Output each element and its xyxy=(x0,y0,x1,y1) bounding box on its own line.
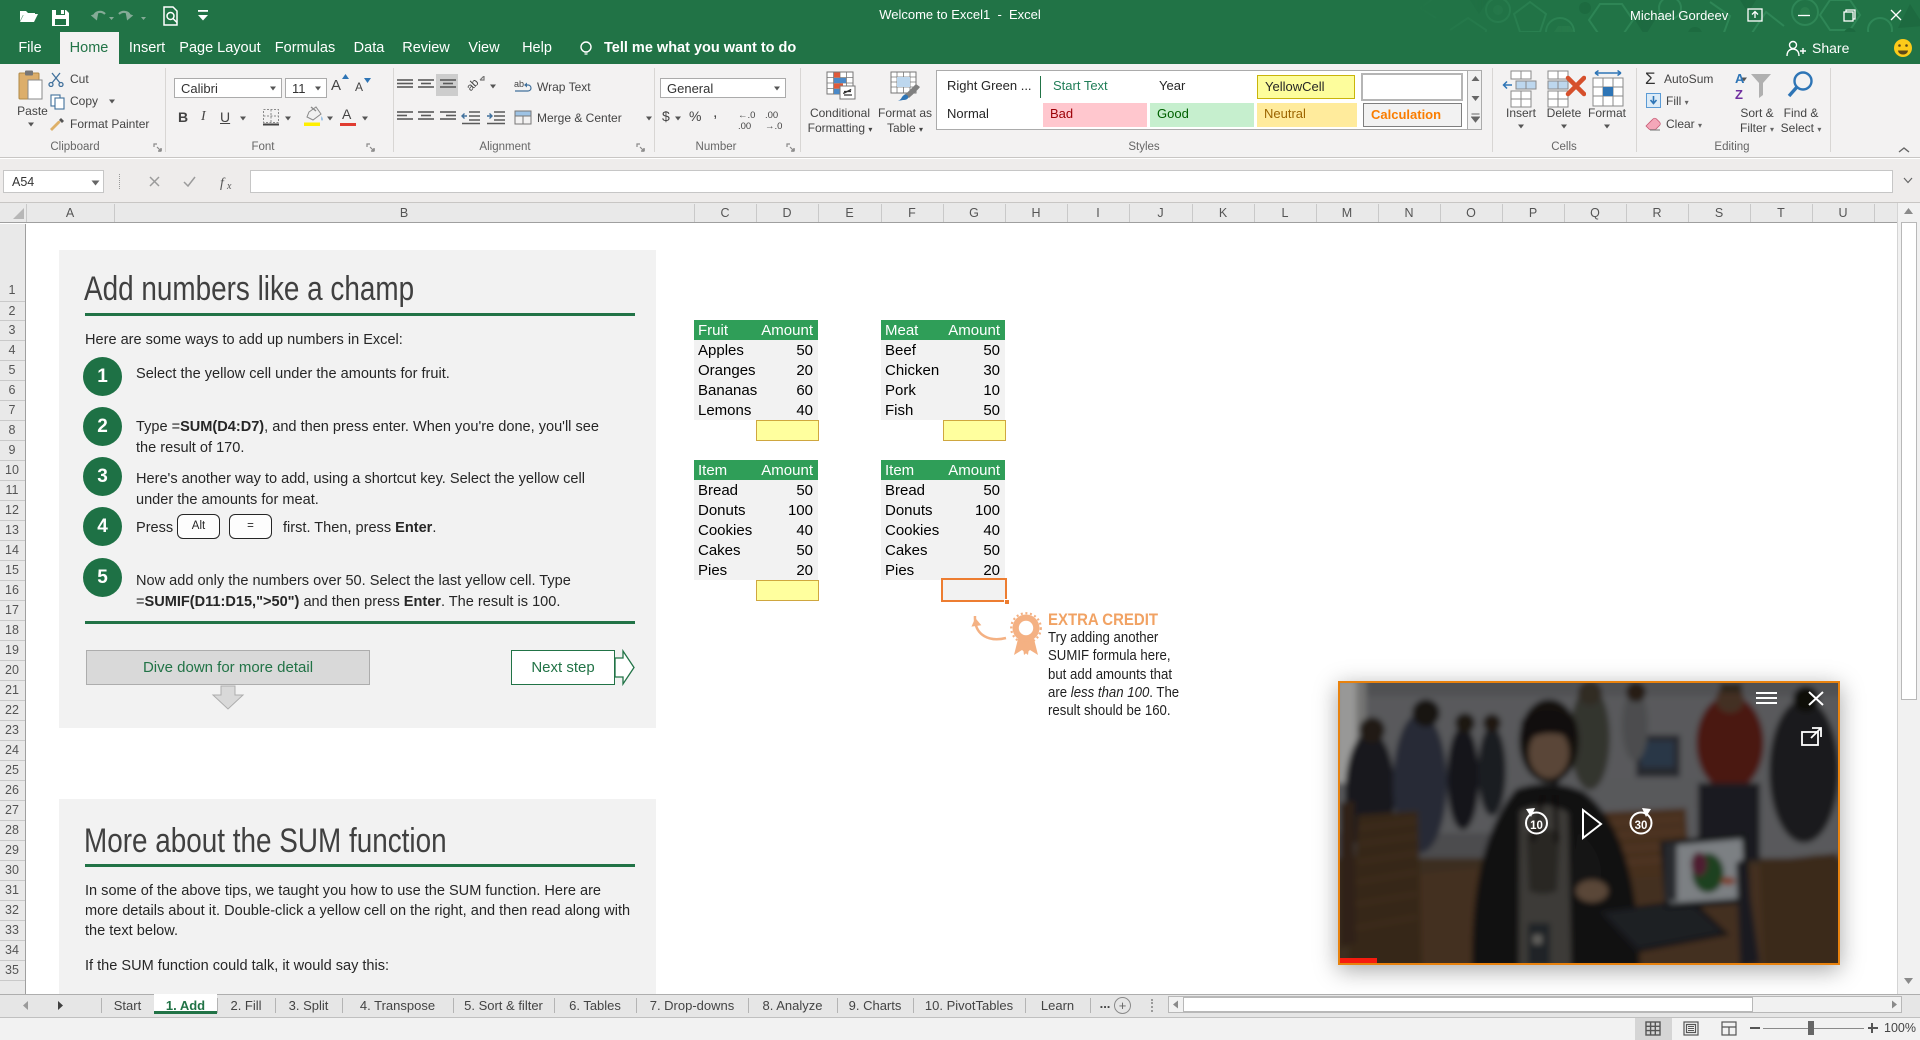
svg-text:30: 30 xyxy=(1635,820,1648,832)
svg-text:Share: Share xyxy=(1812,40,1850,56)
svg-text:Z: Z xyxy=(1735,87,1743,102)
svg-text:ab: ab xyxy=(514,79,524,89)
svg-text:f: f xyxy=(220,176,226,191)
svg-text:10: 10 xyxy=(1530,820,1543,832)
svg-text:x: x xyxy=(226,181,232,191)
svg-text:ab: ab xyxy=(466,77,481,94)
svg-text:A: A xyxy=(1735,71,1745,86)
